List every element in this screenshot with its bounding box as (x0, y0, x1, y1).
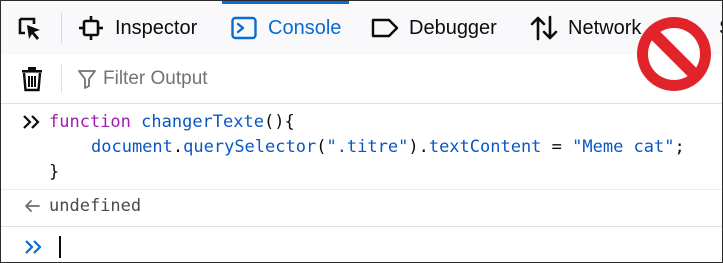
tab-inspector[interactable]: Inspector (77, 1, 197, 55)
devtools-window: Inspector Console Debugger Network Filte… (0, 0, 723, 263)
filter-placeholder: Filter Output (103, 68, 208, 89)
console-icon (230, 14, 258, 42)
code-punctuation: ; (674, 137, 685, 157)
tab-network[interactable]: Network (530, 1, 641, 55)
code-method: querySelector (183, 137, 317, 157)
debugger-icon (371, 14, 399, 42)
code-punctuation: . (172, 137, 184, 157)
tab-console[interactable]: Console (221, 1, 350, 55)
tab-label: Inspector (115, 16, 198, 39)
text-caret (59, 236, 61, 258)
result-arrow-icon (21, 194, 43, 218)
input-chevron-icon (21, 110, 43, 134)
tab-label: Network (568, 16, 642, 39)
prompt-chevron-icon (23, 235, 45, 259)
inspector-icon (77, 14, 105, 42)
console-result-row: undefined (1, 189, 722, 222)
code-property: textContent (428, 137, 542, 157)
clear-console-button[interactable] (19, 65, 45, 93)
element-picker-icon (18, 17, 40, 40)
code-string: "Meme cat" (572, 137, 675, 157)
trash-icon (22, 67, 42, 92)
code-identifier: document (91, 137, 173, 157)
devtools-toolbar: Inspector Console Debugger Network (1, 1, 722, 56)
filter-output-input[interactable]: Filter Output (77, 63, 208, 95)
code-operator: = (541, 137, 573, 157)
toolbar-divider (61, 13, 62, 43)
code-string: ".titre" (326, 137, 409, 157)
code-punctuation: ). (408, 137, 429, 157)
code-function-name: changerTexte (141, 112, 264, 132)
code-punctuation: (){ (263, 112, 295, 132)
code-line-1: function changerTexte(){ (49, 110, 295, 134)
console-output: function changerTexte(){ document.queryS… (1, 104, 722, 262)
tab-label: Console (268, 16, 342, 39)
filter-icon (77, 69, 97, 89)
tab-debugger[interactable]: Debugger (371, 1, 497, 55)
network-icon (530, 14, 558, 42)
code-line-2: document.querySelector(".titre").textCon… (91, 135, 685, 159)
code-punctuation: ( (316, 137, 327, 157)
console-input[interactable] (1, 226, 722, 262)
console-result-text: undefined (49, 196, 142, 216)
tab-label: S (719, 17, 722, 40)
filter-divider (61, 65, 62, 93)
element-picker-button[interactable] (13, 13, 47, 45)
code-line-3: } (49, 162, 60, 182)
console-filter-bar: Filter Output (1, 55, 722, 104)
prohibition-sign-icon (637, 17, 711, 91)
tab-label: Debugger (409, 16, 497, 39)
code-keyword: function (49, 112, 131, 132)
